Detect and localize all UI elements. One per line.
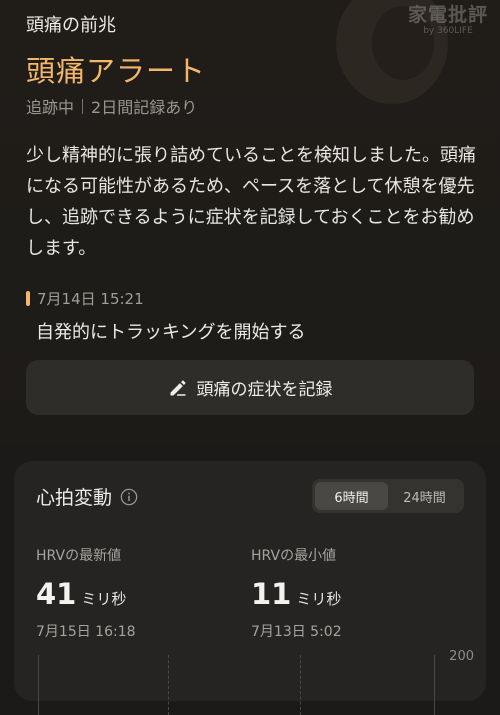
hrv-latest-date: 7月15日 16:18 — [36, 624, 136, 640]
record-info: 2日間記録あり — [91, 98, 198, 117]
hrv-latest-label: HRVの最新値 — [36, 548, 122, 564]
watermark-line1: 家電批評 — [407, 4, 488, 26]
headache-alert-section: 家電批評 by 360LIFE 頭痛の前兆 頭痛アラート 追跡中 2日間記録あり… — [0, 0, 500, 445]
hrv-latest-value: 41 — [36, 577, 77, 611]
hrv-chart: 200 — [36, 649, 476, 715]
tracking-status: 追跡中 — [26, 98, 75, 117]
hrv-minimum-date: 7月13日 5:02 — [251, 624, 342, 640]
event-text: 自発的にトラッキングを開始する — [36, 322, 306, 343]
watermark-line2: by 360LIFE — [423, 26, 473, 36]
status-divider — [82, 98, 84, 114]
hrv-minimum-label: HRVの最小値 — [251, 548, 337, 564]
hrv-minimum-unit: ミリ秒 — [296, 590, 342, 608]
pencil-icon — [170, 380, 185, 396]
event-timestamp: 7月14日 15:21 — [26, 288, 144, 309]
alert-description: 少し精神的に張り詰めていることを検知しました。頭痛になる可能性があるため、ペース… — [26, 145, 476, 259]
watermark: 家電批評 by 360LIFE — [402, 4, 494, 37]
section-label: 頭痛の前兆 — [26, 15, 116, 36]
chart-gridline — [38, 655, 39, 715]
hrv-latest-metric: HRVの最新値 41 ミリ秒 7月15日 16:18 — [36, 545, 136, 641]
status-row: 追跡中 2日間記録あり — [26, 94, 197, 118]
chart-gridline — [300, 655, 301, 715]
chart-gridline — [434, 655, 435, 715]
info-icon[interactable] — [120, 488, 138, 506]
hrv-card-title: 心拍変動 — [36, 487, 113, 509]
tab-6-hours[interactable]: 6時間 — [315, 482, 388, 510]
time-range-toggle: 6時間 24時間 — [312, 479, 464, 513]
alert-title: 頭痛アラート — [26, 54, 207, 88]
chart-gridline — [168, 655, 169, 715]
hrv-card: 心拍変動 6時間 24時間 HRVの最新値 41 ミリ秒 7月15日 16:18… — [14, 461, 486, 715]
hrv-minimum-metric: HRVの最小値 11 ミリ秒 7月13日 5:02 — [251, 545, 342, 641]
hrv-card-header: 心拍変動 — [36, 483, 138, 510]
hrv-latest-unit: ミリ秒 — [81, 590, 127, 608]
tab-24-hours[interactable]: 24時間 — [388, 482, 461, 510]
chart-max-label: 200 — [449, 649, 474, 664]
event-marker — [26, 291, 30, 306]
hrv-minimum-value: 11 — [251, 577, 292, 611]
event-time-text: 7月14日 15:21 — [37, 290, 144, 308]
record-button-label: 頭痛の症状を記録 — [196, 380, 333, 400]
record-symptoms-button[interactable]: 頭痛の症状を記録 — [26, 360, 474, 415]
